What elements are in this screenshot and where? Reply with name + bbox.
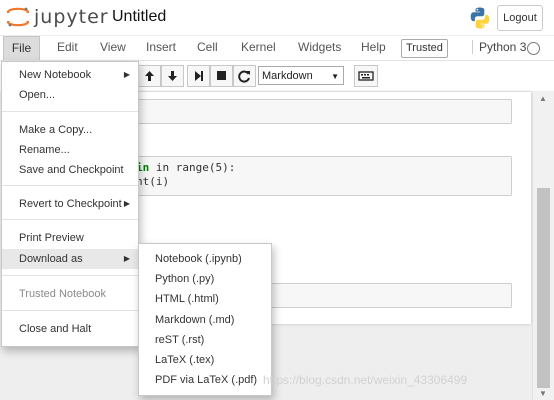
code-line: in in range(5): bbox=[136, 161, 236, 174]
menu-item-label: Trusted Notebook bbox=[19, 288, 107, 300]
menu-item-rename[interactable]: Rename... bbox=[2, 140, 138, 160]
menu-widgets[interactable]: Widgets bbox=[298, 36, 341, 60]
scroll-down-icon[interactable]: ▼ bbox=[539, 389, 547, 398]
menu-item-close-and-halt[interactable]: Close and Halt bbox=[2, 319, 138, 339]
menu-edit[interactable]: Edit bbox=[57, 36, 78, 60]
caret-right-icon: ▶ bbox=[123, 199, 130, 208]
caret-right-icon: ▶ bbox=[123, 70, 130, 79]
vertical-scrollbar[interactable]: ▲ ▼ bbox=[532, 92, 554, 400]
menu-file[interactable]: File bbox=[3, 36, 40, 60]
menu-item-label: Download as bbox=[19, 253, 83, 265]
menu-item-make-a-copy[interactable]: Make a Copy... bbox=[2, 120, 138, 140]
menu-help[interactable]: Help bbox=[361, 36, 386, 60]
command-palette-button[interactable] bbox=[354, 65, 378, 87]
jupyter-wordmark[interactable]: jupyter bbox=[34, 6, 109, 28]
menu-divider bbox=[2, 185, 138, 186]
trusted-badge[interactable]: Trusted bbox=[401, 39, 448, 58]
menu-item-revert-to-checkpoint[interactable]: Revert to Checkpoint ▶ bbox=[2, 194, 138, 214]
menu-kernel[interactable]: Kernel bbox=[241, 36, 276, 60]
menu-divider bbox=[2, 219, 138, 220]
interrupt-button[interactable] bbox=[210, 65, 233, 87]
restart-button[interactable] bbox=[233, 65, 256, 87]
move-down-button[interactable] bbox=[161, 65, 184, 87]
cell-type-value: Markdown bbox=[262, 70, 313, 82]
menu-item-print-preview[interactable]: Print Preview bbox=[2, 228, 138, 248]
menu-divider bbox=[2, 310, 138, 311]
download-tex[interactable]: LaTeX (.tex) bbox=[139, 350, 271, 370]
code-text: in range(5): bbox=[155, 161, 236, 174]
code-text: nt(i) bbox=[136, 175, 170, 188]
menu-item-save-and-checkpoint[interactable]: Save and Checkpoint bbox=[2, 160, 138, 180]
menu-item-trusted-notebook: Trusted Notebook bbox=[2, 284, 138, 304]
kernel-status-icon bbox=[527, 42, 540, 55]
move-up-button[interactable] bbox=[138, 65, 161, 87]
download-rst[interactable]: reST (.rst) bbox=[139, 330, 271, 350]
menu-item-label: New Notebook bbox=[19, 69, 92, 81]
chevron-down-icon: ▼ bbox=[331, 72, 339, 81]
scroll-thumb[interactable] bbox=[537, 188, 550, 388]
watermark: https://blog.csdn.net/weixin_43306499 bbox=[263, 373, 468, 387]
menu-item-label: Make a Copy... bbox=[19, 124, 93, 136]
arrow-up-icon bbox=[145, 71, 154, 81]
menu-divider bbox=[2, 111, 138, 112]
logout-button[interactable]: Logout bbox=[497, 5, 543, 31]
scroll-up-icon[interactable]: ▲ bbox=[539, 94, 547, 103]
cell-type-select[interactable]: Markdown ▼ bbox=[258, 66, 344, 85]
jupyter-logo-icon[interactable] bbox=[6, 6, 30, 28]
header: jupyter Untitled Logout bbox=[0, 0, 554, 35]
menu-item-label: Open... bbox=[19, 89, 56, 101]
menu-view[interactable]: View bbox=[100, 36, 126, 60]
menu-item-open[interactable]: Open... bbox=[2, 85, 138, 105]
download-html[interactable]: HTML (.html) bbox=[139, 289, 271, 309]
download-submenu: Notebook (.ipynb) Python (.py) HTML (.ht… bbox=[138, 243, 272, 396]
caret-right-icon: ▶ bbox=[123, 254, 130, 263]
refresh-icon bbox=[238, 70, 250, 83]
download-pdf[interactable]: PDF via LaTeX (.pdf) bbox=[139, 370, 271, 390]
menu-item-label: Rename... bbox=[19, 144, 70, 156]
menu-insert[interactable]: Insert bbox=[146, 36, 176, 60]
menu-item-download-as[interactable]: Download as ▶ bbox=[2, 249, 138, 269]
kernel-name: Python 3 bbox=[472, 40, 526, 54]
menu-item-label: Revert to Checkpoint bbox=[19, 198, 122, 210]
python-logo-icon bbox=[470, 7, 490, 29]
step-forward-icon bbox=[195, 71, 203, 81]
stop-icon bbox=[217, 71, 226, 80]
menu-cell[interactable]: Cell bbox=[197, 36, 218, 60]
file-menu: New Notebook ▶ Open... Make a Copy... Re… bbox=[1, 61, 139, 347]
download-md[interactable]: Markdown (.md) bbox=[139, 310, 271, 330]
run-button[interactable] bbox=[187, 65, 210, 87]
download-py[interactable]: Python (.py) bbox=[139, 269, 271, 289]
menubar: File Edit View Insert Cell Kernel Widget… bbox=[0, 36, 554, 61]
download-ipynb[interactable]: Notebook (.ipynb) bbox=[139, 249, 271, 269]
menu-item-label: Close and Halt bbox=[19, 323, 92, 335]
keyboard-icon bbox=[358, 71, 374, 81]
menu-item-label: Save and Checkpoint bbox=[19, 164, 124, 176]
arrow-down-icon bbox=[168, 71, 177, 81]
menu-divider bbox=[2, 275, 138, 276]
menu-item-label: Print Preview bbox=[19, 232, 84, 244]
code-line: nt(i) bbox=[136, 175, 169, 188]
notebook-title[interactable]: Untitled bbox=[112, 8, 166, 26]
menu-item-new-notebook[interactable]: New Notebook ▶ bbox=[2, 65, 138, 85]
